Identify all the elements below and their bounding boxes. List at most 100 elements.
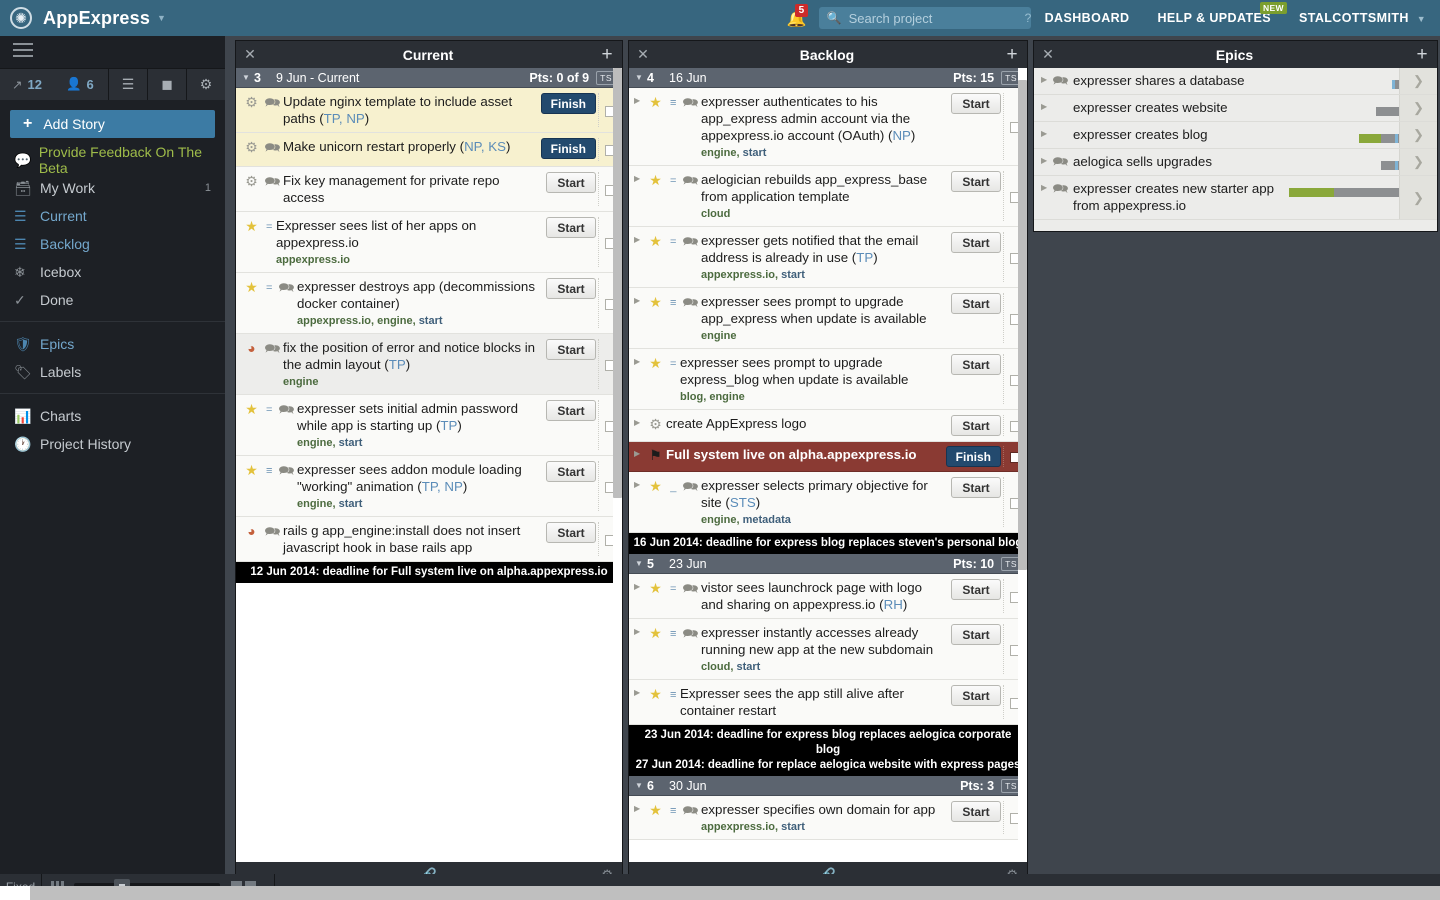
expand-icon[interactable]: ▶ [634,579,645,591]
gear-icon[interactable]: ⚙ [241,93,262,111]
expand-icon[interactable]: ▶ [634,293,645,305]
story-initials[interactable]: NP [892,128,910,143]
story-row[interactable]: ▶ ★ ≡ 🗪 expresser specifies own domain for a… [629,796,1027,840]
comment-icon[interactable]: 🗪 [262,172,283,195]
star-icon[interactable]: ★ [241,278,262,296]
estimate-marker[interactable]: ≡ [666,624,680,640]
chevron-down-icon[interactable]: ▼ [157,13,166,23]
story-labels[interactable]: appexpress.io, engine, start [297,314,542,328]
epic-row[interactable]: ▶ expresser creates website ❯ [1034,95,1437,122]
sidebar-item-labels[interactable]: 🏷 Labels [0,358,225,386]
story-labels[interactable]: engine, metadata [701,513,947,527]
sidebar-item-charts[interactable]: 📊 Charts [0,402,225,430]
expand-icon[interactable]: ▶ [1034,149,1050,165]
story-row[interactable]: ★ = 🗪 expresser destroys app (decommissions… [236,273,622,334]
chevron-down-icon[interactable]: ▼ [242,73,254,82]
expand-icon[interactable]: ▶ [1034,95,1050,111]
chevron-right-icon[interactable]: ❯ [1399,95,1437,121]
gear-icon[interactable]: ⚙ [645,415,666,433]
comment-icon[interactable]: 🗪 [262,93,283,116]
estimate-marker[interactable]: = [262,278,276,294]
velocity-stat[interactable]: ↗ 12 [0,69,54,100]
panel-body[interactable]: ▼ 4 16 Jun Pts: 15 TS ▶ ★ ≡ 🗪 expresser authentic… [629,68,1027,862]
members-stat[interactable]: 👤 6 [54,69,106,100]
star-icon[interactable]: ★ [645,685,666,703]
story-labels[interactable]: engine, start [701,146,947,160]
plus-icon[interactable]: + [592,45,622,64]
sidebar-item-icebox[interactable]: ❄ Icebox [0,258,225,286]
story-label[interactable]: engine [701,330,736,342]
start-button[interactable]: Start [951,685,1001,706]
estimate-marker[interactable]: = [666,232,680,248]
comment-icon[interactable]: 🗪 [680,93,701,116]
add-story-button[interactable]: + Add Story [10,110,215,138]
finish-button[interactable]: Finish [540,93,596,114]
comment-icon[interactable]: 🗪 [680,232,701,255]
flag-icon[interactable]: ⚑ [645,446,666,464]
story-label[interactable]: engine [297,498,332,510]
comment-icon[interactable]: 🗪 [276,278,297,301]
brand-area[interactable]: ✺ AppExpress ▼ [0,7,225,29]
star-icon[interactable]: ★ [241,461,262,479]
estimate-marker[interactable]: = [262,400,276,416]
chevron-right-icon[interactable]: ❯ [1399,176,1437,219]
comment-icon[interactable]: 🗪 [262,522,283,545]
start-button[interactable]: Start [951,624,1001,645]
story-row[interactable]: ▶ ⚙ create AppExpress logo Start [629,410,1027,442]
story-initials[interactable]: TP, NP [422,479,463,494]
story-labels[interactable]: engine, start [297,436,542,450]
story-label[interactable]: engine [701,514,736,526]
epic-row[interactable]: ▶ expresser creates blog ❯ [1034,122,1437,149]
gear-icon[interactable]: ⚙ [187,69,225,100]
start-button[interactable]: Start [951,579,1001,600]
gear-icon[interactable]: ⚙ [241,138,262,156]
estimate-marker[interactable]: = [666,579,680,595]
story-labels[interactable]: engine [283,375,542,389]
story-label[interactable]: cloud [701,208,730,220]
comment-icon[interactable]: 🗪 [1050,176,1071,202]
story-label[interactable]: engine [709,391,744,403]
plus-icon[interactable]: + [1407,45,1437,64]
comment-icon[interactable]: 🗪 [276,461,297,484]
comment-icon[interactable]: 🗪 [262,138,283,161]
estimate-marker[interactable]: ≡ [666,293,680,309]
story-labels[interactable]: engine, start [297,497,542,511]
close-icon[interactable]: ✕ [1034,46,1062,63]
start-button[interactable]: Start [546,339,596,360]
sidebar-item-current[interactable]: ☰ Current [0,202,225,230]
story-row[interactable]: ▶ ★ ≡ Expresser sees the app still alive af… [629,680,1027,725]
sidebar-menu-toggle[interactable] [0,36,225,68]
story-labels[interactable]: cloud [701,207,947,221]
start-button[interactable]: Start [951,93,1001,114]
notifications-button[interactable]: 🔔 5 [781,0,813,36]
start-button[interactable]: Start [951,232,1001,253]
close-icon[interactable]: ✕ [236,46,264,63]
expand-icon[interactable]: ▶ [634,624,645,636]
nav-help-updates[interactable]: HELP & UPDATES NEW [1143,2,1287,25]
panel-body[interactable]: ▼ 3 9 Jun - Current Pts: 0 of 9 TS ⚙ 🗪 Update n… [236,68,622,862]
story-initials[interactable]: TP [440,418,457,433]
story-row[interactable]: ▶ ★ = expresser sees prompt to upgrade expr… [629,349,1027,410]
story-row[interactable]: ★ ≡ 🗪 expresser sees addon module loading "… [236,456,622,517]
story-row[interactable]: ▶ ★ _ 🗪 expresser selects primary objective … [629,472,1027,533]
story-label[interactable]: start [781,821,805,833]
close-icon[interactable]: ✕ [629,46,657,63]
estimate-marker[interactable]: = [666,354,680,370]
story-label[interactable]: appexpress.io [701,821,775,833]
expand-icon[interactable]: ▶ [634,171,645,183]
expand-icon[interactable]: ▶ [634,232,645,244]
chevron-down-icon[interactable]: ▼ [635,73,647,82]
sidebar-item-done[interactable]: ✓ Done [0,286,225,314]
user-menu[interactable]: STALCOTTSMITH ▼ [1285,11,1440,25]
scrollbar-vertical[interactable] [613,68,622,862]
story-label[interactable]: start [339,498,363,510]
bug-icon[interactable]: ◕ [241,339,262,356]
scrollbar-thumb[interactable] [1018,80,1027,570]
chevron-down-icon[interactable]: ▼ [635,559,647,568]
star-icon[interactable]: ★ [645,579,666,597]
chevron-down-icon[interactable]: ▼ [635,781,647,790]
story-row[interactable]: ◕ 🗪 fix the position of error and notice b… [236,334,622,395]
story-initials[interactable]: TP [389,357,406,372]
star-icon[interactable]: ★ [645,93,666,111]
comment-icon[interactable]: 🗪 [680,171,701,194]
